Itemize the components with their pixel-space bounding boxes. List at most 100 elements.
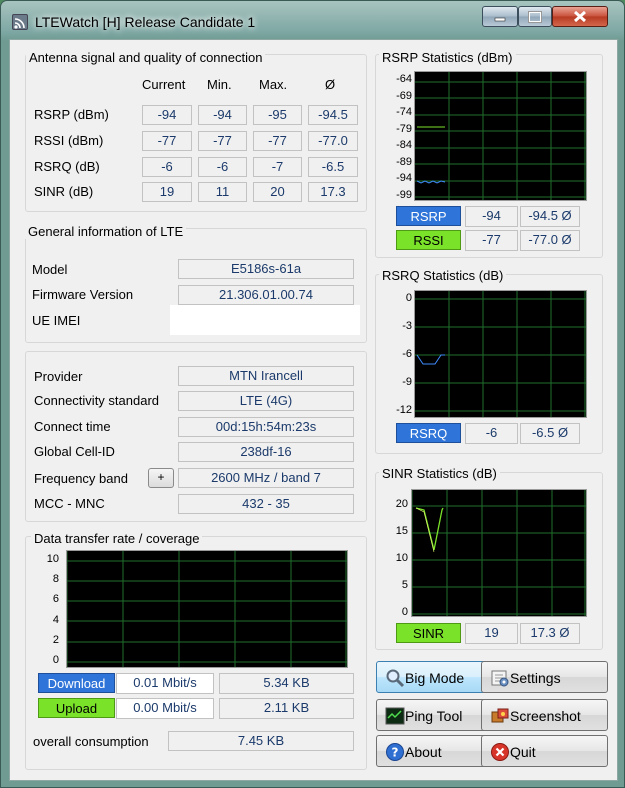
rsrp-stats-title: RSRP Statistics (dBm)	[379, 50, 516, 65]
overall-consumption-label: overall consumption	[33, 734, 149, 749]
screenshot-button[interactable]: Screenshot	[481, 699, 608, 731]
rsrq-stats-avg: -6.5 Ø	[520, 423, 580, 444]
band-expand-button[interactable]: +	[148, 468, 174, 488]
rssi-row-label: RSSI (dBm)	[34, 133, 104, 148]
rssi-avg: -77.0	[308, 131, 358, 151]
rsrq-avg: -6.5	[308, 157, 358, 177]
rsrq-stats-current: -6	[465, 423, 518, 444]
provider-value: MTN Irancell	[178, 366, 354, 386]
rsrq-ytick: -9	[402, 376, 412, 388]
rsrp-chart-graph	[415, 72, 586, 200]
magnifier-icon	[386, 669, 405, 688]
rsrp-current: -94	[142, 105, 192, 125]
rssi-stats-avg: -77.0 Ø	[520, 230, 580, 251]
minimize-icon	[494, 17, 506, 22]
title-bar[interactable]: LTEWatch [H] Release Candidate 1	[1, 1, 624, 39]
transfer-ytick: 8	[52, 573, 59, 585]
header-max: Max.	[259, 77, 288, 92]
rssi-min: -77	[198, 131, 247, 151]
transfer-ytick: 6	[52, 593, 59, 605]
svg-text:?: ?	[392, 746, 399, 760]
rsrp-ytick: -99	[396, 189, 412, 201]
rsrp-row-label: RSRP (dBm)	[34, 107, 109, 122]
settings-icon	[491, 670, 509, 687]
header-min: Min.	[207, 77, 232, 92]
header-avg: Ø	[325, 77, 336, 92]
upload-label: Upload	[38, 698, 115, 718]
transfer-group-title: Data transfer rate / coverage	[31, 531, 203, 546]
rsrp-chart	[414, 71, 587, 201]
transfer-chart	[66, 550, 348, 668]
rsrp-ytick: -89	[396, 156, 412, 168]
rsrp-ytick: -79	[396, 123, 412, 135]
transfer-ytick: 4	[52, 614, 59, 626]
model-label: Model	[32, 262, 68, 277]
standard-label: Connectivity standard	[34, 393, 160, 408]
rsrq-ytick: -12	[396, 404, 412, 416]
rsrq-ytick: -6	[402, 348, 412, 360]
minimize-button[interactable]	[482, 6, 518, 27]
rsrp-min: -94	[198, 105, 247, 125]
imei-value-redacted	[170, 305, 360, 335]
connect-time-value: 00d:15h:54m:23s	[178, 417, 354, 437]
rsrq-stats-title: RSRQ Statistics (dB)	[379, 268, 507, 283]
rsrq-max: -7	[253, 157, 302, 177]
rssi-stats-current: -77	[465, 230, 518, 251]
close-icon	[573, 10, 587, 23]
terminal-icon	[385, 707, 405, 725]
quit-button[interactable]: Quit	[481, 735, 608, 767]
rsrp-ytick: -84	[396, 139, 412, 151]
transfer-ytick: 0	[52, 654, 59, 666]
standard-value: LTE (4G)	[178, 391, 354, 411]
sinr-chart	[411, 489, 587, 617]
sinr-stats-current: 19	[465, 623, 518, 644]
mcc-mnc-label: MCC - MNC	[34, 496, 105, 511]
sinr-ytick: 0	[401, 606, 408, 618]
rsrq-ytick: -3	[402, 320, 412, 332]
rsrp-ytick: -64	[396, 73, 412, 85]
sinr-stats-avg: 17.3 Ø	[520, 623, 580, 644]
sinr-avg: 17.3	[308, 182, 358, 202]
rssi-max: -77	[253, 131, 302, 151]
sinr-ytick: 5	[401, 579, 408, 591]
help-icon: ?	[386, 743, 404, 761]
maximize-button[interactable]	[518, 6, 552, 27]
app-window: LTEWatch [H] Release Candidate 1 Antenna…	[0, 0, 625, 788]
firmware-label: Firmware Version	[32, 287, 134, 302]
upload-rate: 0.00 Mbit/s	[116, 698, 214, 719]
sinr-row-label: SINR (dB)	[34, 184, 94, 199]
screenshot-icon	[491, 708, 509, 723]
sinr-chart-graph	[411, 490, 586, 616]
provider-label: Provider	[34, 369, 83, 384]
transfer-ytick: 10	[46, 553, 59, 565]
sinr-legend-label: SINR	[396, 623, 461, 643]
transfer-ytick: 2	[52, 634, 59, 646]
rsrq-chart-graph	[415, 291, 586, 417]
upload-total: 2.11 KB	[219, 698, 354, 719]
rsrp-ytick: -94	[396, 172, 412, 184]
cell-id-label: Global Cell-ID	[34, 444, 115, 459]
sinr-max: 20	[253, 182, 302, 202]
sinr-current: 19	[142, 182, 192, 202]
sinr-ytick: 15	[395, 525, 408, 537]
close-button[interactable]	[552, 6, 608, 27]
quit-label: Quit	[510, 744, 536, 760]
sinr-stats-title: SINR Statistics (dB)	[379, 466, 500, 481]
overall-consumption-value: 7.45 KB	[168, 731, 354, 751]
rsrp-legend-label: RSRP	[396, 206, 461, 226]
quit-icon	[491, 743, 509, 761]
imei-label: UE IMEI	[32, 313, 81, 328]
rsrp-ytick: -69	[396, 90, 412, 102]
rsrp-ytick: -74	[396, 106, 412, 118]
firmware-value: 21.306.01.00.74	[178, 285, 354, 305]
maximize-icon	[528, 11, 542, 23]
download-total: 5.34 KB	[219, 673, 354, 694]
sinr-ytick: 20	[395, 498, 408, 510]
download-label: Download	[38, 673, 115, 693]
rsrq-legend-label: RSRQ	[396, 423, 461, 443]
sinr-ytick: 10	[395, 552, 408, 564]
download-rate: 0.01 Mbit/s	[116, 673, 214, 694]
model-value: E5186s-61a	[178, 259, 354, 279]
rsrp-avg: -94.5	[308, 105, 358, 125]
settings-button[interactable]: Settings	[481, 661, 608, 693]
